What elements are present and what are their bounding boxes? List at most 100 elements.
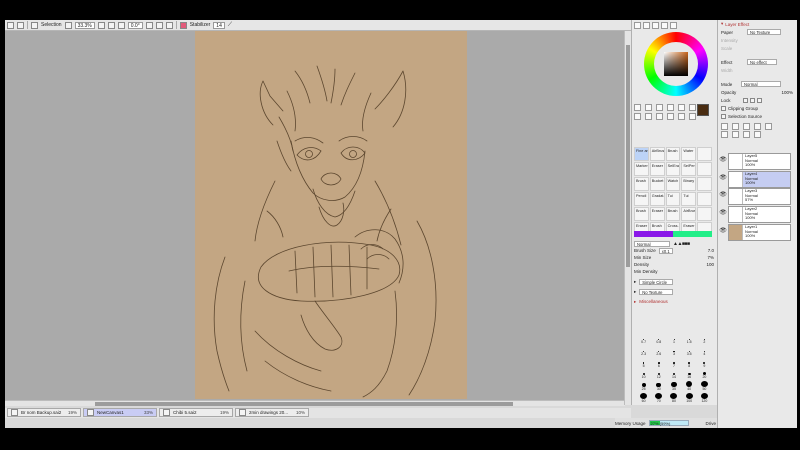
document-tab-active[interactable]: NewCanvas1 33%	[83, 408, 157, 417]
brush-texture-select[interactable]: No Texture	[639, 288, 674, 295]
lock-icon[interactable]	[756, 97, 762, 103]
brush-size-preset[interactable]: 25	[636, 381, 651, 391]
brush-tool-slot[interactable]	[697, 207, 712, 221]
expand-arrow-icon[interactable]: ▸	[634, 279, 636, 285]
rotate-icon[interactable]	[656, 113, 663, 120]
brush-tool-slot[interactable]	[697, 147, 712, 161]
text-icon[interactable]	[678, 104, 685, 111]
brush-tool-slot[interactable]: Brush	[665, 207, 681, 221]
brush-tool-slot[interactable]: AirBrush	[649, 147, 665, 161]
layer-item[interactable]: Layer3 Normal 57%	[728, 188, 791, 205]
density-value[interactable]: 100	[706, 262, 714, 267]
brush-size-preset[interactable]: 35	[666, 381, 681, 391]
visibility-eye-icon[interactable]: 👁	[719, 209, 727, 217]
canvas-viewport[interactable]	[5, 31, 625, 405]
brush-size-preset[interactable]: 3.5	[682, 346, 697, 356]
vertical-scrollbar[interactable]	[624, 31, 631, 405]
blend-mode-select[interactable]: Normal	[634, 240, 670, 247]
trash-icon[interactable]	[754, 130, 761, 138]
rotate-left-icon[interactable]	[145, 21, 153, 29]
layer-item-selected[interactable]: Layer4 Normal 100%	[728, 171, 791, 188]
select-rect-icon[interactable]	[634, 104, 641, 111]
brush-size-preset[interactable]: 12	[651, 369, 666, 379]
clipping-checkbox[interactable]	[721, 105, 726, 111]
brush-tool-slot[interactable]: Water	[681, 147, 697, 161]
brush-tool-slot[interactable]	[697, 162, 712, 176]
layer-item[interactable]: Layer2 Normal 100%	[728, 206, 791, 223]
layer-item[interactable]: Layer5 Normal 100%	[728, 153, 791, 170]
current-color-swatch[interactable]	[697, 104, 709, 116]
undo-icon[interactable]	[17, 21, 24, 29]
brush-size-preset[interactable]: 5	[636, 358, 651, 368]
brush-tool-slot[interactable]: Fine art	[634, 147, 649, 161]
zoom-in-icon[interactable]	[97, 21, 105, 29]
delete-layer-icon[interactable]	[765, 122, 772, 130]
brush-size-preset[interactable]: 70	[651, 393, 666, 403]
visibility-eye-icon[interactable]: 👁	[719, 191, 727, 199]
copy-layer-icon[interactable]	[754, 122, 761, 130]
color-wheel[interactable]	[644, 32, 708, 96]
brush-tool-slot[interactable]: SelEra	[665, 162, 681, 176]
deselect-icon[interactable]	[64, 21, 72, 29]
brush-size-preset[interactable]: 0.8	[651, 334, 666, 344]
clear-layer-icon[interactable]	[732, 130, 739, 138]
brush-size-preset[interactable]: 7	[666, 358, 681, 368]
transparent-color-icon[interactable]	[689, 113, 696, 120]
brush-tool-slot[interactable]: Eraser	[649, 162, 665, 176]
saturation-value-square[interactable]	[664, 52, 688, 76]
horizontal-scroll-thumb[interactable]	[95, 402, 513, 406]
rgb-slider-mode-icon[interactable]	[643, 22, 650, 29]
move-icon[interactable]	[667, 104, 674, 111]
lock-icon[interactable]	[749, 97, 755, 103]
document-tab[interactable]: Chibi 5.sai2 19%	[159, 408, 233, 417]
min-size-value[interactable]: 7%	[707, 255, 714, 260]
rotate-right-icon[interactable]	[155, 21, 163, 29]
color-bar[interactable]	[634, 231, 712, 237]
document-tab[interactable]: Br nom Backup.sai2 19%	[7, 408, 81, 417]
swatches-mode-icon[interactable]	[661, 22, 668, 29]
scratchpad-mode-icon[interactable]	[670, 22, 677, 29]
hand-icon[interactable]	[645, 113, 652, 120]
horizontal-scrollbar[interactable]	[5, 400, 625, 406]
merge-down-icon[interactable]	[721, 130, 728, 138]
new-linework-icon[interactable]	[743, 122, 750, 130]
shape-icon[interactable]	[678, 113, 685, 120]
visibility-eye-icon[interactable]: 👁	[719, 227, 727, 235]
brush-size-preset[interactable]: 2.3	[636, 346, 651, 356]
selection-toggle-icon[interactable]	[31, 21, 38, 29]
brush-size-preset[interactable]: 10	[636, 369, 651, 379]
brush-tool-slot[interactable]: SelPen	[681, 162, 697, 176]
brush-size-preset[interactable]: 2.6	[651, 346, 666, 356]
zoom-icon[interactable]	[634, 113, 641, 120]
zoom-out-icon[interactable]	[107, 21, 115, 29]
rotate-reset-icon[interactable]	[165, 21, 173, 29]
brush-tool-slot[interactable]: Eraser	[649, 207, 665, 221]
brush-tool-slot[interactable]: Marker	[634, 162, 649, 176]
expand-arrow-icon[interactable]: ▾	[721, 21, 723, 27]
brush-size-preset[interactable]: 9	[697, 358, 712, 368]
eyedropper-icon[interactable]	[667, 113, 674, 120]
flip-icon[interactable]	[179, 21, 187, 29]
brush-size-preset[interactable]: 120	[697, 393, 712, 403]
brush-size-preset[interactable]: 6	[651, 358, 666, 368]
selection-source-checkbox[interactable]	[721, 113, 726, 119]
brush-size-preset[interactable]: 50	[697, 381, 712, 391]
brush-size-preset[interactable]: 8	[682, 358, 697, 368]
hsv-slider-mode-icon[interactable]	[652, 22, 659, 29]
magic-wand-icon[interactable]	[656, 104, 663, 111]
brush-size-preset[interactable]: 1.5	[682, 334, 697, 344]
brush-shape-select[interactable]: Simple Circle	[639, 278, 674, 285]
brush-size-preset[interactable]: 40	[682, 381, 697, 391]
brush-size-preset[interactable]: 60	[636, 393, 651, 403]
brush-size-preset[interactable]: 30	[651, 381, 666, 391]
brush-tool-slot[interactable]: Pencil	[634, 192, 649, 206]
expand-arrow-icon[interactable]: ▸	[634, 299, 636, 305]
expand-arrow-icon[interactable]: ▸	[634, 289, 636, 295]
brush-tool-slot[interactable]: Brush	[665, 147, 681, 161]
brush-size-preset[interactable]: 1	[666, 334, 681, 344]
brush-size-preset[interactable]: 80	[666, 393, 681, 403]
brush-size-preset[interactable]: 14	[666, 369, 681, 379]
lock-icon[interactable]	[742, 97, 748, 103]
brush-tool-slot[interactable]: Bucket	[649, 177, 665, 191]
brush-tool-slot[interactable]	[697, 192, 712, 206]
